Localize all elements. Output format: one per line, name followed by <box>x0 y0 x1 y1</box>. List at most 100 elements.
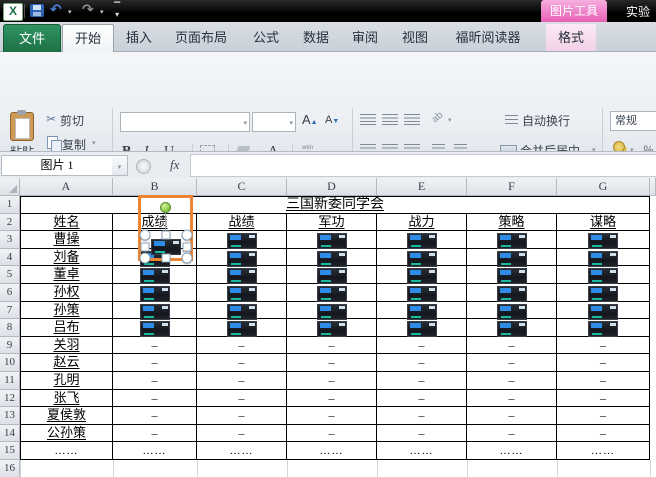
row-header-1[interactable]: 1 <box>0 196 20 214</box>
table-cell[interactable] <box>377 319 467 337</box>
table-row-name[interactable]: 赵云 <box>20 354 113 372</box>
insert-function-button[interactable]: fx <box>170 157 179 173</box>
table-cell[interactable]: …… <box>287 442 377 460</box>
row-header-16[interactable]: 16 <box>0 460 20 477</box>
table-cell[interactable]: – <box>467 354 557 372</box>
tab-review[interactable]: 审阅 <box>342 24 388 51</box>
mini-picture[interactable] <box>227 268 257 284</box>
redo-icon[interactable]: ↷ <box>82 1 94 18</box>
tab-insert[interactable]: 插入 <box>116 24 162 51</box>
table-cell[interactable]: – <box>113 337 197 355</box>
tab-home[interactable]: 开始 <box>62 24 114 52</box>
mini-picture[interactable] <box>588 233 618 249</box>
mini-picture[interactable] <box>497 304 527 320</box>
table-cell[interactable]: – <box>377 425 467 443</box>
table-cell[interactable] <box>467 249 557 267</box>
excel-logo-icon[interactable]: X <box>3 3 23 21</box>
table-cell[interactable]: …… <box>197 442 287 460</box>
table-cell[interactable] <box>557 249 650 267</box>
table-cell[interactable] <box>557 231 650 249</box>
mini-picture[interactable] <box>407 251 437 267</box>
mini-picture[interactable] <box>588 286 618 302</box>
selection-handle[interactable] <box>140 253 151 264</box>
name-box-caret-icon[interactable]: ▾ <box>112 155 128 176</box>
table-cell[interactable]: – <box>377 354 467 372</box>
mini-picture[interactable] <box>588 321 618 337</box>
table-cell[interactable] <box>197 266 287 284</box>
table-cell[interactable]: – <box>377 337 467 355</box>
table-cell[interactable] <box>113 266 197 284</box>
column-header-C[interactable]: C <box>197 178 287 196</box>
table-cell[interactable]: – <box>113 354 197 372</box>
table-row-name[interactable]: 孔明 <box>20 372 113 390</box>
mini-picture[interactable] <box>497 286 527 302</box>
table-cell[interactable] <box>557 266 650 284</box>
mini-picture[interactable] <box>140 268 170 284</box>
table-cell[interactable] <box>197 249 287 267</box>
table-cell[interactable]: – <box>557 337 650 355</box>
table-row-name[interactable]: 公孙策 <box>20 425 113 443</box>
table-cell[interactable]: – <box>467 407 557 425</box>
table-cell[interactable]: – <box>197 354 287 372</box>
mini-picture[interactable] <box>497 321 527 337</box>
table-row-name[interactable]: 关羽 <box>20 337 113 355</box>
table-cell[interactable] <box>467 266 557 284</box>
table-cell[interactable]: – <box>113 372 197 390</box>
table-cell[interactable]: – <box>377 390 467 408</box>
font-size-combo[interactable]: ▾ <box>252 112 296 132</box>
table-cell[interactable]: …… <box>467 442 557 460</box>
table-cell[interactable]: – <box>557 372 650 390</box>
table-cell[interactable]: – <box>557 354 650 372</box>
table-row-name[interactable]: 夏侯敦 <box>20 407 113 425</box>
mini-picture[interactable] <box>317 286 347 302</box>
mini-picture[interactable] <box>407 304 437 320</box>
table-row-name[interactable]: 曹操 <box>20 231 113 249</box>
row-header-10[interactable]: 10 <box>0 354 20 372</box>
table-header-战绩[interactable]: 战绩 <box>197 214 287 232</box>
column-header-A[interactable]: A <box>20 178 113 196</box>
selection-handle[interactable] <box>140 230 151 241</box>
table-cell[interactable] <box>287 249 377 267</box>
selection-handle[interactable] <box>183 243 192 252</box>
row-header-14[interactable]: 14 <box>0 425 20 443</box>
row-header-12[interactable]: 12 <box>0 390 20 408</box>
table-cell[interactable] <box>197 284 287 302</box>
row-header-4[interactable]: 4 <box>0 249 20 267</box>
table-cell[interactable]: – <box>197 425 287 443</box>
table-cell[interactable] <box>377 231 467 249</box>
table-cell[interactable]: – <box>287 372 377 390</box>
undo-icon[interactable]: ↶ <box>50 1 62 18</box>
name-box[interactable]: 图片 1 <box>1 155 113 176</box>
table-row-name[interactable]: 吕布 <box>20 319 113 337</box>
mini-picture[interactable] <box>140 286 170 302</box>
selection-handle[interactable] <box>162 254 171 263</box>
table-cell[interactable] <box>287 319 377 337</box>
table-row-name[interactable]: 张飞 <box>20 390 113 408</box>
wrap-text-button[interactable]: 自动换行 <box>522 112 570 129</box>
table-cell[interactable]: – <box>287 354 377 372</box>
table-cell[interactable]: – <box>467 337 557 355</box>
undo-caret-icon[interactable]: ▾ <box>68 8 72 16</box>
mini-picture[interactable] <box>227 286 257 302</box>
mini-picture[interactable] <box>497 268 527 284</box>
number-format-combo[interactable]: 常规 <box>610 111 656 131</box>
table-cell[interactable]: – <box>287 407 377 425</box>
selection-handle[interactable] <box>182 253 193 264</box>
table-cell[interactable] <box>113 284 197 302</box>
mini-picture[interactable] <box>317 251 347 267</box>
tab-data[interactable]: 数据 <box>292 24 340 51</box>
mini-picture[interactable] <box>407 233 437 249</box>
row-header-6[interactable]: 6 <box>0 284 20 302</box>
table-cell[interactable]: – <box>557 425 650 443</box>
row-header-9[interactable]: 9 <box>0 337 20 355</box>
mini-picture[interactable] <box>588 251 618 267</box>
table-row-name[interactable]: …… <box>20 442 113 460</box>
mini-picture[interactable] <box>497 233 527 249</box>
redo-caret-icon[interactable]: ▾ <box>100 8 104 16</box>
table-cell[interactable] <box>287 284 377 302</box>
table-cell[interactable]: – <box>467 425 557 443</box>
mini-picture[interactable] <box>227 304 257 320</box>
table-cell[interactable] <box>557 319 650 337</box>
table-row-name[interactable]: 刘备 <box>20 249 113 267</box>
table-row-name[interactable]: 董卓 <box>20 266 113 284</box>
